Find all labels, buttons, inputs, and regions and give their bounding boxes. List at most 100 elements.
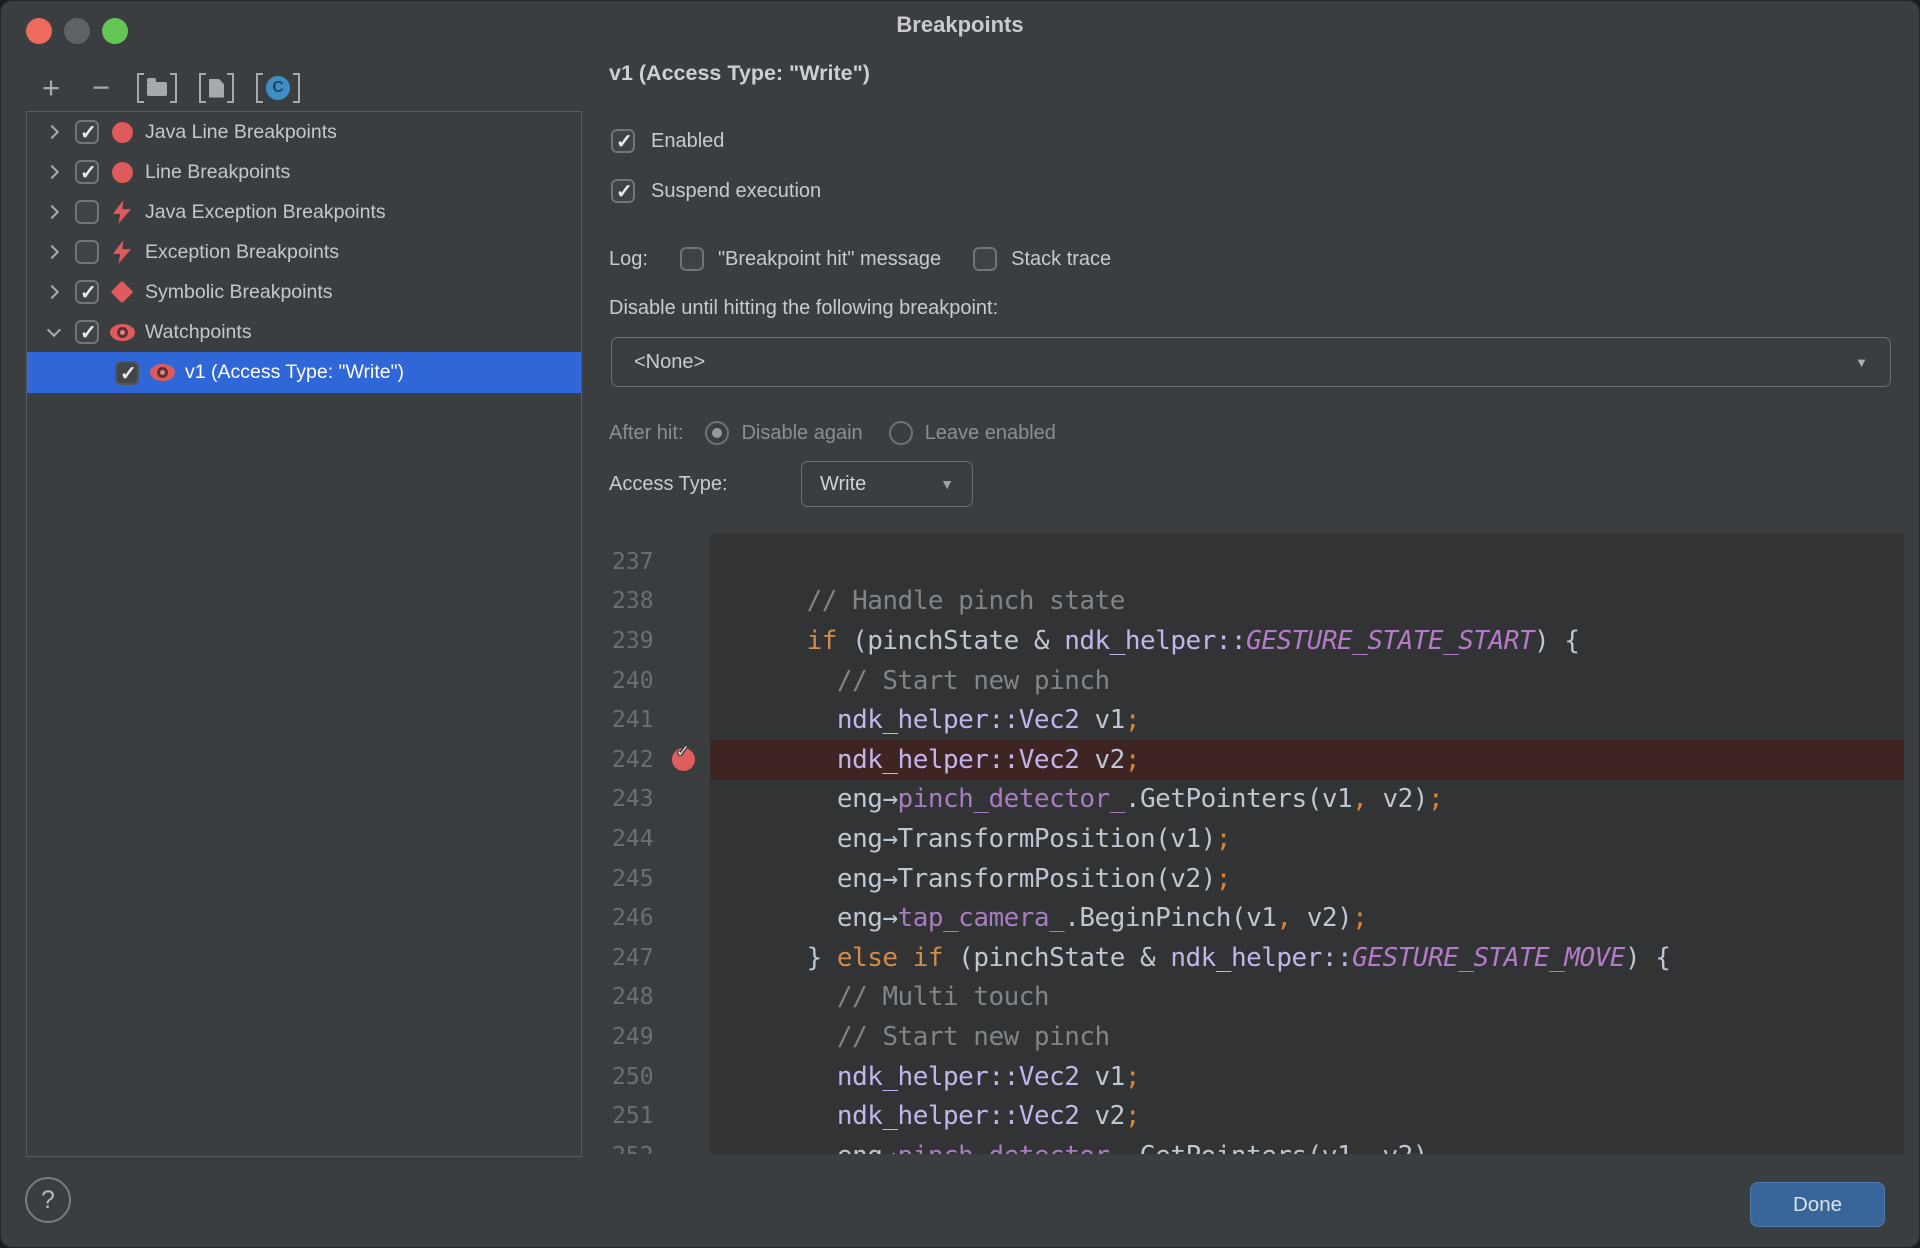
radio-button[interactable] xyxy=(888,421,913,445)
chevron-right-icon[interactable] xyxy=(43,121,65,143)
line-number: 241 xyxy=(612,707,654,734)
code-line: 243 eng→pinch_detector_.GetPointers(v1, … xyxy=(598,780,1904,820)
line-number: 242 xyxy=(598,740,710,773)
tree-item-checkbox[interactable] xyxy=(75,320,99,345)
class-icon: C xyxy=(266,76,290,100)
code-text: ndk_helper::Vec2 v1; xyxy=(836,1061,1141,1092)
line-number: 251 xyxy=(612,1103,654,1130)
disable-until-value: <None> xyxy=(634,350,706,373)
code-text: ndk_helper::Vec2 v2; xyxy=(836,744,1141,775)
chevron-right-icon[interactable] xyxy=(43,281,65,303)
chevron-right-icon[interactable] xyxy=(43,201,65,223)
tree-item[interactable]: Watchpoints xyxy=(27,312,581,352)
code-line: 239 if (pinchState & ndk_helper::GESTURE… xyxy=(598,621,1904,661)
tree-item-checkbox[interactable] xyxy=(75,120,99,145)
code-line: 248 // Multi touch xyxy=(598,978,1904,1018)
line-number: 237 xyxy=(612,548,654,575)
code-text: if (pinchState & ndk_helper::GESTURE_STA… xyxy=(806,625,1580,656)
toggle-row: Suspend execution xyxy=(611,179,821,204)
checkbox[interactable] xyxy=(973,247,998,271)
breakpoints-tree[interactable]: Java Line Breakpoints Line Breakpoints Jav… xyxy=(26,111,582,1157)
window-title: Breakpoints xyxy=(896,12,1024,37)
done-button[interactable]: Done xyxy=(1750,1182,1885,1227)
tree-item[interactable]: Line Breakpoints xyxy=(27,152,581,192)
bracket-right-icon xyxy=(293,73,300,103)
tree-item-checkbox[interactable] xyxy=(75,160,99,185)
detail-title: v1 (Access Type: "Write") xyxy=(609,61,870,85)
remove-breakpoint-icon: − xyxy=(91,70,111,105)
group-by-file-button[interactable] xyxy=(199,71,234,105)
tree-item[interactable]: v1 (Access Type: "Write") xyxy=(27,352,581,393)
tree-item[interactable]: Java Exception Breakpoints xyxy=(27,192,581,232)
checkbox[interactable] xyxy=(679,247,704,271)
tree-item[interactable]: Exception Breakpoints xyxy=(27,232,581,272)
chevron-down-icon[interactable] xyxy=(43,321,65,343)
access-type-value: Write xyxy=(820,472,867,495)
editor-lines: 237 238 // Handle pinch state 239 if (pinc… xyxy=(598,542,1904,1154)
eye-breakpoint-icon xyxy=(149,360,175,386)
tree-item-label: v1 (Access Type: "Write") xyxy=(185,361,405,383)
remove-breakpoint-button[interactable]: − xyxy=(87,71,115,105)
after-hit-option: Leave enabled xyxy=(888,421,1056,445)
radio-button[interactable] xyxy=(705,421,730,445)
tree-item-checkbox[interactable] xyxy=(75,240,99,264)
file-icon xyxy=(209,78,224,98)
code-line: 247 } else if (pinchState & ndk_helper::… xyxy=(598,938,1904,978)
log-option: Stack trace xyxy=(973,247,1111,271)
after-hit-row: After hit: Disable again Leave enabled xyxy=(609,421,1070,445)
code-text: eng→TransformPosition(v2); xyxy=(746,863,1232,894)
add-breakpoint-icon: + xyxy=(41,70,61,105)
bracket-left-icon xyxy=(256,73,263,103)
tree-item-label: Symbolic Breakpoints xyxy=(145,280,333,303)
add-breakpoint-button[interactable]: + xyxy=(37,71,65,105)
line-number: 244 xyxy=(612,825,654,852)
code-text: ndk_helper::Vec2 v2; xyxy=(836,1101,1141,1132)
tree-item-label: Exception Breakpoints xyxy=(145,240,340,263)
checkbox[interactable] xyxy=(611,179,635,204)
line-number: 252 xyxy=(598,1143,710,1154)
line-number: 250 xyxy=(612,1063,654,1090)
log-row: Log: "Breakpoint hit" message Stack trace xyxy=(609,247,1127,271)
code-editor[interactable]: 237 238 // Handle pinch state 239 if (pinc… xyxy=(598,534,1904,1154)
code-text: ndk_helper::Vec2 v1; xyxy=(836,705,1141,736)
access-type-label: Access Type: xyxy=(609,472,728,495)
code-line: 245 eng→TransformPosition(v2); xyxy=(598,859,1904,899)
access-type-dropdown[interactable]: Write ▼ xyxy=(801,461,973,507)
tree-item-checkbox[interactable] xyxy=(75,200,99,224)
tree-item-label: Line Breakpoints xyxy=(145,160,291,183)
code-text: // Handle pinch state xyxy=(806,586,1126,617)
code-text: eng→tap_camera_.BeginPinch(v1, v2); xyxy=(746,903,1368,934)
line-number: 239 xyxy=(612,627,654,654)
tree-item-checkbox[interactable] xyxy=(115,360,139,386)
bracket-right-icon xyxy=(227,73,234,103)
tree-item[interactable]: Symbolic Breakpoints xyxy=(27,272,581,312)
chevron-right-icon[interactable] xyxy=(43,161,65,183)
group-by-package-button[interactable] xyxy=(137,71,177,105)
code-line: 250 ndk_helper::Vec2 v1; xyxy=(598,1057,1904,1097)
bracket-left-icon xyxy=(199,73,206,103)
tree-item[interactable]: Java Line Breakpoints xyxy=(27,112,581,152)
help-button[interactable]: ? xyxy=(25,1177,71,1223)
breakpoint-icon[interactable] xyxy=(672,740,695,771)
line-number: 248 xyxy=(612,984,654,1011)
lightning-breakpoint-icon xyxy=(109,239,135,265)
after-hit-label: After hit: xyxy=(609,421,684,444)
log-option-label: Stack trace xyxy=(1011,247,1112,270)
disable-until-label: Disable until hitting the following brea… xyxy=(609,297,999,319)
bracket-right-icon xyxy=(170,73,177,103)
tree-item-label: Java Exception Breakpoints xyxy=(145,200,386,223)
diamond-breakpoint-icon xyxy=(109,279,135,305)
code-line: 251 ndk_helper::Vec2 v2; xyxy=(598,1096,1904,1136)
group-by-class-button[interactable]: C xyxy=(256,71,300,105)
line-number: 240 xyxy=(612,667,654,694)
code-line: 238 // Handle pinch state xyxy=(598,582,1904,622)
tree-item-checkbox[interactable] xyxy=(75,280,99,305)
help-icon: ? xyxy=(41,1185,55,1214)
chevron-right-icon[interactable] xyxy=(43,241,65,263)
toggle-label: Enabled xyxy=(651,129,725,152)
checkbox[interactable] xyxy=(611,129,635,154)
line-number: 249 xyxy=(612,1023,654,1050)
disable-until-dropdown[interactable]: <None> ▼ xyxy=(611,337,1891,387)
toggle-rows: Enabled Suspend execution xyxy=(611,129,821,204)
code-text: eng→TransformPosition(v1); xyxy=(746,823,1232,854)
